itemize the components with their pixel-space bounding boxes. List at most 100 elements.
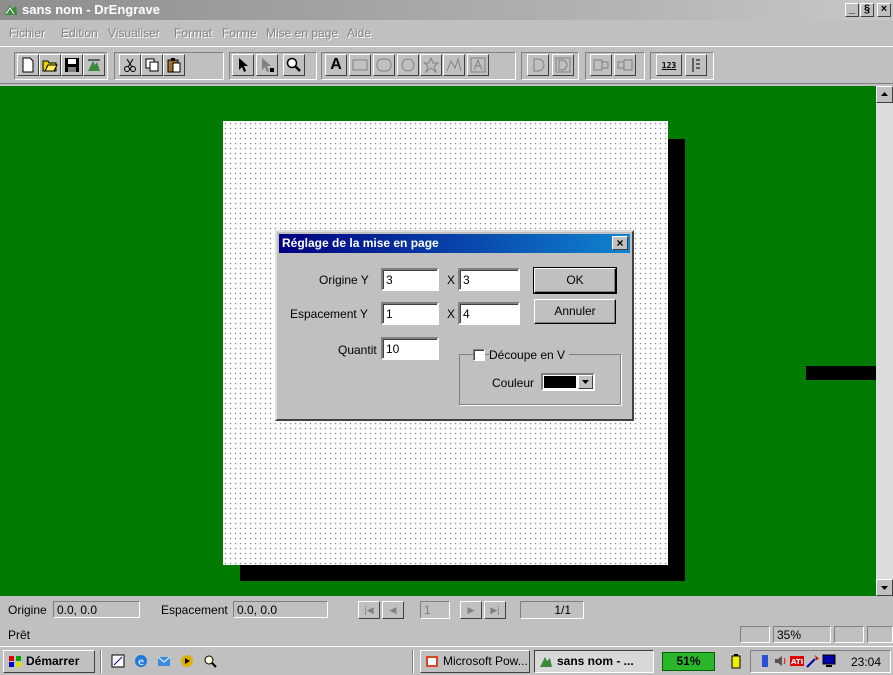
text-icon[interactable]: A bbox=[325, 54, 347, 76]
dialog-title-bar[interactable]: Réglage de la mise en page × bbox=[279, 234, 630, 253]
title-bar: sans nom - DrEngrave _ § × bbox=[0, 0, 893, 20]
layout-left-icon[interactable] bbox=[590, 54, 612, 76]
espacement-y-label: Espacement Y bbox=[290, 307, 368, 321]
close-button[interactable]: × bbox=[877, 3, 891, 17]
taskbar-separator bbox=[100, 650, 102, 673]
arrow-up-icon bbox=[881, 92, 888, 96]
couleur-label: Couleur bbox=[492, 376, 535, 390]
taskbar: Démarrer e Microsoft Pow... sans nom - .… bbox=[0, 646, 893, 675]
espacement-x-input[interactable]: 4 bbox=[458, 302, 520, 325]
scroll-down-button[interactable] bbox=[876, 579, 893, 596]
espacement-y-input[interactable]: 1 bbox=[381, 302, 439, 325]
menu-format[interactable]: Format bbox=[174, 26, 212, 40]
origine-y-input[interactable]: 3 bbox=[381, 268, 439, 291]
decoupe-checkbox[interactable] bbox=[473, 349, 485, 361]
ok-button[interactable]: OK bbox=[533, 267, 617, 294]
first-page-button[interactable]: |◀ bbox=[358, 601, 380, 619]
quantite-input[interactable]: 10 bbox=[381, 337, 439, 360]
system-tray: ATI 23:04 bbox=[750, 650, 891, 673]
page-number-input[interactable]: 1 bbox=[420, 601, 450, 619]
zoom-level: 35% bbox=[773, 626, 831, 643]
frame-text-icon[interactable] bbox=[467, 54, 489, 76]
svg-text:e: e bbox=[138, 657, 144, 668]
scroll-up-button[interactable] bbox=[876, 86, 893, 103]
coordinates-bar: Origine 0.0, 0.0 Espacement 0.0, 0.0 |◀ … bbox=[0, 598, 893, 622]
taskbar-separator-2 bbox=[412, 650, 414, 673]
outlook-express-icon[interactable] bbox=[156, 653, 172, 669]
ellipse-icon[interactable] bbox=[397, 54, 419, 76]
status-panel-empty bbox=[740, 626, 770, 643]
prev-page-button[interactable]: ◀ bbox=[382, 601, 404, 619]
menu-visualiser[interactable]: Visualiser bbox=[108, 26, 160, 40]
volume-icon[interactable] bbox=[773, 653, 789, 669]
import-icon[interactable] bbox=[83, 54, 105, 76]
status-panel-3 bbox=[867, 626, 893, 643]
node-edit-icon[interactable] bbox=[256, 54, 278, 76]
layout-settings-dialog: Réglage de la mise en page × Origine Y 3… bbox=[275, 230, 634, 421]
minimize-button[interactable]: _ bbox=[845, 3, 859, 17]
double-d-icon[interactable] bbox=[552, 54, 574, 76]
monitor-icon[interactable] bbox=[821, 653, 837, 669]
rounded-rect-icon[interactable] bbox=[373, 54, 395, 76]
cut-icon[interactable] bbox=[119, 54, 141, 76]
paste-icon[interactable] bbox=[163, 54, 185, 76]
zoom-icon[interactable] bbox=[283, 54, 305, 76]
app-icon bbox=[4, 5, 17, 15]
maximize-button[interactable]: § bbox=[860, 3, 874, 17]
menu-forme[interactable]: Forme bbox=[222, 26, 257, 40]
copy-icon[interactable] bbox=[141, 54, 163, 76]
windows-logo-icon bbox=[9, 656, 21, 667]
decoupe-label: Découpe en V bbox=[489, 348, 570, 362]
ruler-icon[interactable] bbox=[685, 54, 707, 76]
menu-fichier[interactable]: Fichier bbox=[9, 26, 45, 40]
next-page-button[interactable]: ▶ bbox=[460, 601, 482, 619]
rectangle-icon[interactable] bbox=[349, 54, 371, 76]
task-powerpoint-label: Microsoft Pow... bbox=[443, 654, 528, 668]
page-count: 1/1 bbox=[520, 601, 584, 619]
status-bar: Prêt 35% bbox=[0, 624, 893, 644]
dialog-title: Réglage de la mise en page bbox=[282, 236, 439, 250]
chevron-down-icon bbox=[582, 380, 589, 384]
internet-explorer-icon[interactable]: e bbox=[133, 653, 149, 669]
task-drengrave-label: sans nom - ... bbox=[557, 654, 634, 668]
couleur-dropdown-button[interactable] bbox=[578, 375, 593, 389]
cancel-button[interactable]: Annuler bbox=[534, 299, 616, 324]
espacement-x-label: X bbox=[447, 307, 456, 321]
select-arrow-icon[interactable] bbox=[232, 54, 254, 76]
task-drengrave[interactable]: sans nom - ... bbox=[534, 650, 654, 673]
battery-icon bbox=[731, 654, 741, 669]
ati-icon[interactable]: ATI bbox=[789, 653, 805, 669]
new-icon[interactable] bbox=[17, 54, 39, 76]
toolbar: A 123 bbox=[0, 46, 893, 84]
tool-icon[interactable] bbox=[805, 653, 821, 669]
layout-right-icon[interactable] bbox=[614, 54, 636, 76]
menu-aide[interactable]: Aide bbox=[347, 26, 371, 40]
star-icon[interactable] bbox=[420, 54, 442, 76]
origine-status-value: 0.0, 0.0 bbox=[53, 601, 140, 618]
start-label: Démarrer bbox=[26, 654, 80, 668]
dialog-close-button[interactable]: × bbox=[612, 236, 628, 250]
menu-edition[interactable]: Edition bbox=[61, 26, 98, 40]
polyline-icon[interactable] bbox=[443, 54, 465, 76]
couleur-select[interactable] bbox=[541, 373, 595, 391]
network-icon[interactable] bbox=[757, 653, 773, 669]
task-powerpoint[interactable]: Microsoft Pow... bbox=[420, 650, 530, 673]
counter-icon[interactable]: 123 bbox=[656, 54, 682, 76]
media-icon[interactable] bbox=[179, 653, 195, 669]
d-icon[interactable] bbox=[527, 54, 549, 76]
last-page-button[interactable]: ▶| bbox=[484, 601, 506, 619]
powerpoint-icon bbox=[426, 656, 438, 667]
search-icon[interactable] bbox=[202, 653, 218, 669]
desktop-quicklaunch-icon[interactable] bbox=[110, 653, 126, 669]
save-icon[interactable] bbox=[61, 54, 83, 76]
origine-status-label: Origine bbox=[8, 603, 47, 617]
start-button[interactable]: Démarrer bbox=[3, 650, 95, 673]
vertical-scrollbar[interactable] bbox=[876, 86, 893, 596]
battery-meter[interactable]: 51% bbox=[662, 652, 715, 671]
open-icon[interactable] bbox=[39, 54, 61, 76]
origine-x-label: X bbox=[447, 273, 456, 287]
origine-x-input[interactable]: 3 bbox=[458, 268, 520, 291]
clock: 23:04 bbox=[851, 655, 882, 669]
black-shape[interactable] bbox=[806, 366, 876, 380]
menu-mise-en-page[interactable]: Mise en page bbox=[266, 26, 338, 40]
